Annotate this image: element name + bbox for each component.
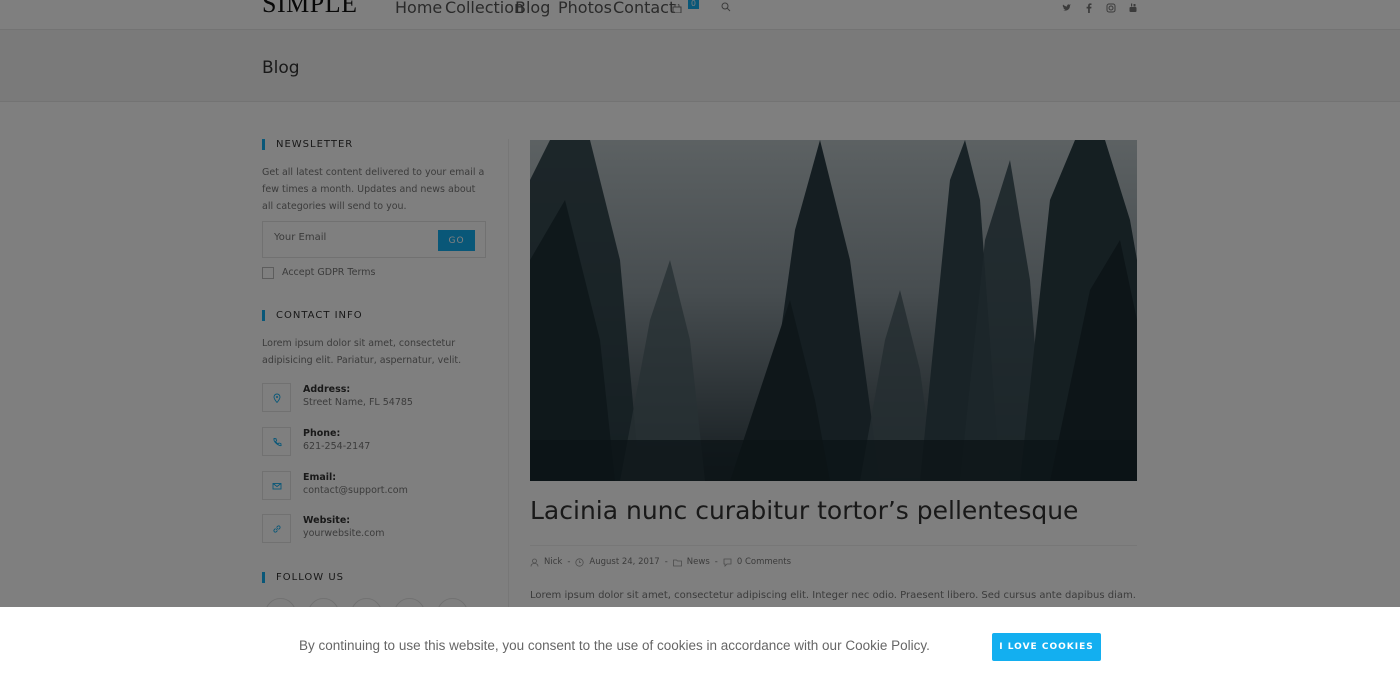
cookie-notice-text: By continuing to use this website, you c… [299,638,930,653]
page-overlay [0,0,1400,607]
cookie-notice-bar: By continuing to use this website, you c… [0,607,1400,688]
accept-cookies-button[interactable]: I LOVE COOKIES [992,633,1101,661]
